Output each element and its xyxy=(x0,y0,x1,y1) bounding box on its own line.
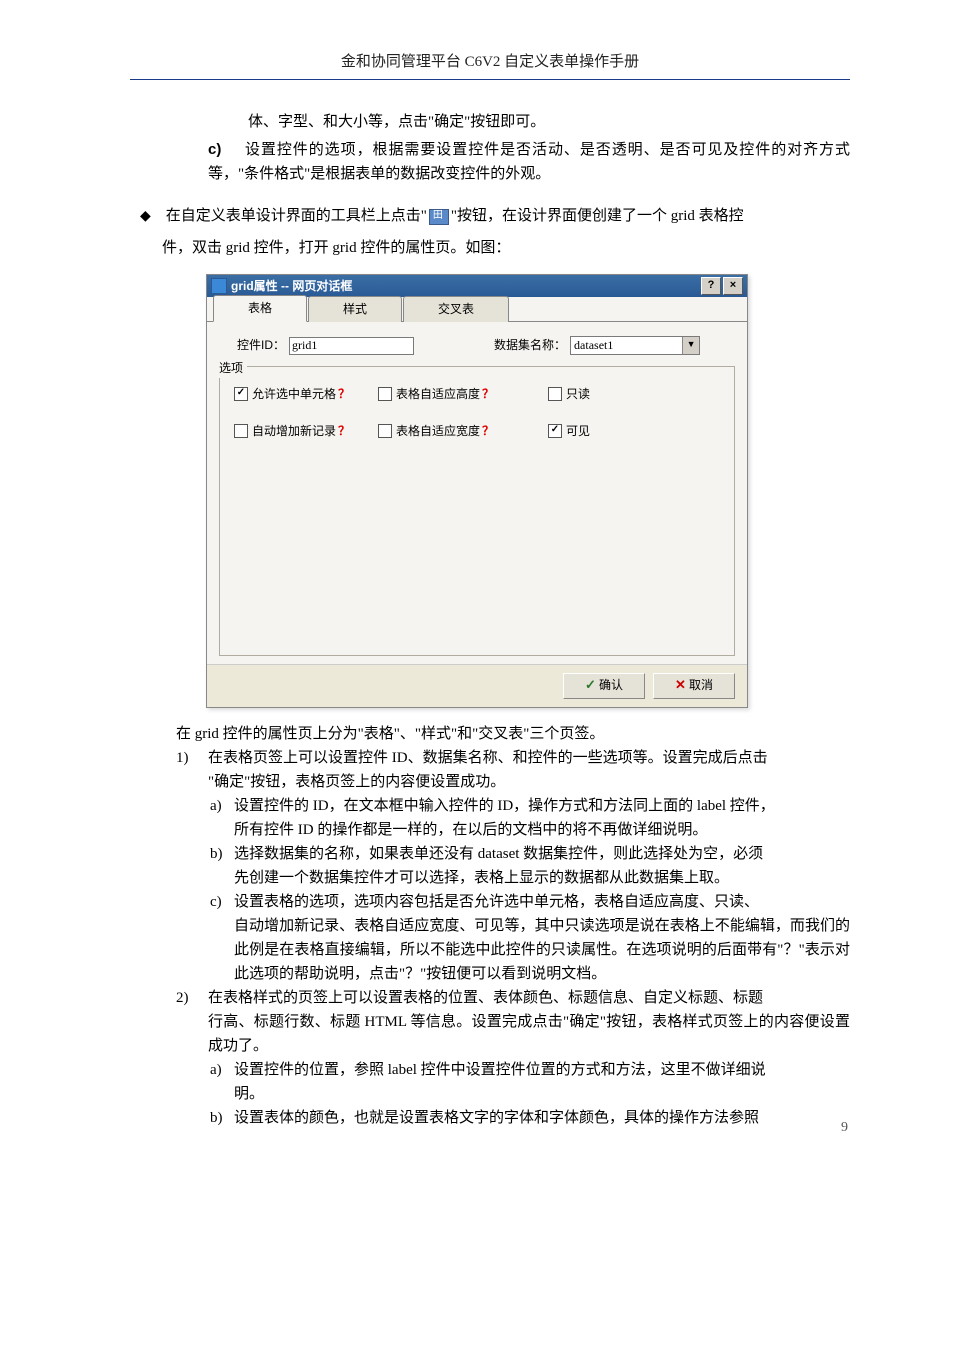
sub-item-1c: c)设置表格的选项，选项内容包括是否允许选中单元格，表格自适应高度、只读、 xyxy=(130,890,850,914)
option-readonly[interactable]: 只读 xyxy=(548,385,628,404)
sub-item-2a: a)设置控件的位置，参照 label 控件中设置控件位置的方式和方法，这里不做详… xyxy=(130,1058,850,1082)
content-area: 体、字型、和大小等，点击"确定"按钮即可。 c)设置控件的选项，根据需要设置控件… xyxy=(130,110,850,1130)
control-id-input[interactable] xyxy=(289,337,414,355)
numbered-item-1: 1)在表格页签上可以设置控件 ID、数据集名称、和控件的一些选项等。设置完成后点… xyxy=(130,746,850,770)
dataset-select-value: dataset1 xyxy=(571,338,682,353)
num-text-1-first: 在表格页签上可以设置控件 ID、数据集名称、和控件的一些选项等。设置完成后点击 xyxy=(208,750,768,766)
diamond-text-b: "按钮，在设计界面便创建了一个 grid 表格控 xyxy=(451,208,744,224)
control-id-label: 控件ID： xyxy=(217,336,289,355)
checkbox-icon xyxy=(548,424,562,438)
page-header-title: 金和协同管理平台 C6V2 自定义表单操作手册 xyxy=(130,50,850,80)
option-label: 可见 xyxy=(566,422,590,441)
page-number: 9 xyxy=(841,1117,848,1139)
diamond-text-a: 在自定义表单设计界面的工具栏上点击" xyxy=(166,208,427,224)
sub-label-1a: a) xyxy=(210,794,234,818)
diamond-bullet-row: ◆ 在自定义表单设计界面的工具栏上点击" "按钮，在设计界面便创建了一个 grid… xyxy=(130,204,850,228)
dialog-titlebar: grid属性 -- 网页对话框 ? × xyxy=(207,275,747,297)
option-label: 表格自适应宽度 xyxy=(396,422,480,441)
option-visible[interactable]: 可见 xyxy=(548,422,628,441)
options-legend: 选项 xyxy=(215,359,247,378)
item-c-label: c) xyxy=(208,138,244,162)
dialog-footer: ✓ 确认 ✕ 取消 xyxy=(207,664,747,707)
sub-text-2b: 设置表体的颜色，也就是设置表格文字的字体和字体颜色，具体的操作方法参照 xyxy=(234,1110,759,1126)
option-label: 只读 xyxy=(566,385,590,404)
option-row-2: 自动增加新记录 ？ 表格自适应宽度 ？ 可见 xyxy=(230,422,724,441)
help-icon[interactable]: ？ xyxy=(482,422,494,441)
option-row-1: 允许选中单元格 ？ 表格自适应高度 ？ 只读 xyxy=(230,385,724,404)
close-icon: ✕ xyxy=(675,675,686,696)
cancel-button[interactable]: ✕ 取消 xyxy=(653,673,735,699)
option-auto-height[interactable]: 表格自适应高度 ？ xyxy=(378,385,548,404)
sub-text-1b-cont: 先创建一个数据集控件才可以选择，表格上显示的数据都从此数据集上取。 xyxy=(130,866,850,890)
trailing-paragraph: 体、字型、和大小等，点击"确定"按钮即可。 xyxy=(130,110,850,134)
grid-properties-dialog: grid属性 -- 网页对话框 ? × 表格 样式 交叉表 控件ID： 数 xyxy=(206,274,748,707)
check-icon: ✓ xyxy=(585,675,596,696)
checkbox-icon xyxy=(378,387,392,401)
after-dialog-paragraph: 在 grid 控件的属性页上分为"表格"、"样式"和"交叉表"三个页签。 xyxy=(130,722,850,746)
sub-label-2b: b) xyxy=(210,1106,234,1130)
dataset-select[interactable]: dataset1 ▼ xyxy=(570,336,700,355)
checkbox-icon xyxy=(548,387,562,401)
dialog-tabs: 表格 样式 交叉表 xyxy=(207,297,747,322)
form-row-ids: 控件ID： 数据集名称： dataset1 ▼ xyxy=(217,336,737,355)
tab-style[interactable]: 样式 xyxy=(308,296,402,322)
sub-label-2a: a) xyxy=(210,1058,234,1082)
list-item-c: c)设置控件的选项，根据需要设置控件是否活动、是否透明、是否可见及控件的对齐方式… xyxy=(130,138,850,186)
tab-table[interactable]: 表格 xyxy=(213,295,307,322)
checkbox-icon xyxy=(378,424,392,438)
dialog-window-icon xyxy=(211,278,227,294)
diamond-line2: 件，双击 grid 控件，打开 grid 控件的属性页。如图： xyxy=(130,236,850,260)
num-text-2-cont: 行高、标题行数、标题 HTML 等信息。设置完成点击"确定"按钮，表格样式页签上… xyxy=(130,1010,850,1058)
num-label-1: 1) xyxy=(176,746,208,770)
options-fieldset: 选项 允许选中单元格 ？ 表格自适应高度 ？ xyxy=(219,366,735,656)
diamond-bullet-icon: ◆ xyxy=(140,206,162,228)
dialog-title: grid属性 -- 网页对话框 xyxy=(231,275,699,297)
dataset-label: 数据集名称： xyxy=(414,336,570,355)
num-text-2-first: 在表格样式的页签上可以设置表格的位置、表体颜色、标题信息、自定义标题、标题 xyxy=(208,990,763,1006)
num-text-1-cont: "确定"按钮，表格页签上的内容便设置成功。 xyxy=(130,770,850,794)
sub-text-1a-cont: 所有控件 ID 的操作都是一样的，在以后的文档中的将不再做详细说明。 xyxy=(130,818,850,842)
sub-text-1a-first: 设置控件的 ID，在文本框中输入控件的 ID，操作方式和方法同上面的 label… xyxy=(234,798,775,814)
option-auto-add-record[interactable]: 自动增加新记录 ？ xyxy=(234,422,378,441)
num-label-2: 2) xyxy=(176,986,208,1010)
chevron-down-icon: ▼ xyxy=(682,337,699,354)
dialog-close-button[interactable]: × xyxy=(723,277,743,295)
sub-label-1b: b) xyxy=(210,842,234,866)
help-icon[interactable]: ？ xyxy=(482,385,494,404)
option-label: 允许选中单元格 xyxy=(252,385,336,404)
sub-text-2a-first: 设置控件的位置，参照 label 控件中设置控件位置的方式和方法，这里不做详细说 xyxy=(234,1062,766,1078)
checkbox-icon xyxy=(234,387,248,401)
numbered-item-2: 2)在表格样式的页签上可以设置表格的位置、表体颜色、标题信息、自定义标题、标题 xyxy=(130,986,850,1010)
document-page: 金和协同管理平台 C6V2 自定义表单操作手册 体、字型、和大小等，点击"确定"… xyxy=(0,0,960,1160)
dialog-body: 表格 样式 交叉表 控件ID： 数据集名称： dataset1 ▼ xyxy=(207,297,747,706)
option-auto-width[interactable]: 表格自适应宽度 ？ xyxy=(378,422,548,441)
sub-text-1c-cont: 自动增加新记录、表格自适应宽度、可见等，其中只读选项是说在表格上不能编辑，而我们… xyxy=(130,914,850,986)
option-label: 自动增加新记录 xyxy=(252,422,336,441)
option-label: 表格自适应高度 xyxy=(396,385,480,404)
grid-toolbar-icon xyxy=(429,209,449,225)
ok-button[interactable]: ✓ 确认 xyxy=(563,673,645,699)
item-c-text: 设置控件的选项，根据需要设置控件是否活动、是否透明、是否可见及控件的对齐方式等，… xyxy=(208,142,850,182)
sub-text-1c-first: 设置表格的选项，选项内容包括是否允许选中单元格，表格自适应高度、只读、 xyxy=(234,894,759,910)
sub-item-1a: a)设置控件的 ID，在文本框中输入控件的 ID，操作方式和方法同上面的 lab… xyxy=(130,794,850,818)
sub-item-1b: b)选择数据集的名称，如果表单还没有 dataset 数据集控件，则此选择处为空… xyxy=(130,842,850,866)
help-icon[interactable]: ？ xyxy=(338,422,350,441)
ok-button-label: 确认 xyxy=(599,676,623,695)
help-icon[interactable]: ？ xyxy=(338,385,350,404)
dialog-form-area: 控件ID： 数据集名称： dataset1 ▼ 选项 xyxy=(207,322,747,663)
checkbox-icon xyxy=(234,424,248,438)
sub-text-1b-first: 选择数据集的名称，如果表单还没有 dataset 数据集控件，则此选择处为空，必… xyxy=(234,846,763,862)
option-allow-select-cell[interactable]: 允许选中单元格 ？ xyxy=(234,385,378,404)
sub-label-1c: c) xyxy=(210,890,234,914)
sub-text-2a-cont: 明。 xyxy=(130,1082,850,1106)
dialog-screenshot: grid属性 -- 网页对话框 ? × 表格 样式 交叉表 控件ID： 数 xyxy=(206,274,850,707)
sub-item-2b: b)设置表体的颜色，也就是设置表格文字的字体和字体颜色，具体的操作方法参照 xyxy=(130,1106,850,1130)
dialog-help-button[interactable]: ? xyxy=(701,277,721,295)
cancel-button-label: 取消 xyxy=(689,676,713,695)
tab-crosstab[interactable]: 交叉表 xyxy=(403,296,509,322)
